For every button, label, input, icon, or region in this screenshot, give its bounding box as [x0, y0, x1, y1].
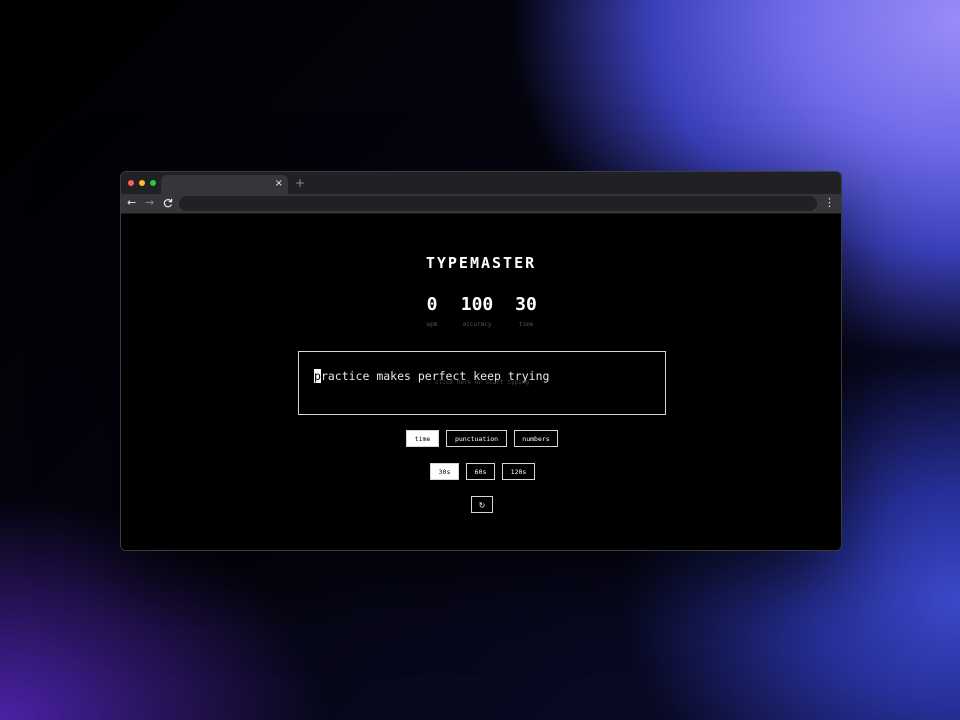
forward-arrow-icon[interactable]: → [145, 196, 154, 210]
back-arrow-icon[interactable]: ← [127, 196, 136, 210]
browser-toolbar: ← → ⋮ [121, 194, 841, 214]
address-bar[interactable] [179, 196, 817, 211]
maximize-window-button[interactable] [150, 180, 156, 186]
time-value: 30 [515, 294, 537, 315]
browser-menu-icon[interactable]: ⋮ [824, 196, 835, 210]
mode-numbers-button[interactable]: numbers [514, 430, 558, 447]
browser-window: × + ← → ⋮ TYPEMASTER 0 wpm 100 accuracy … [120, 171, 842, 551]
tab-bar: × + [121, 172, 841, 194]
minimize-window-button[interactable] [139, 180, 145, 186]
typing-area[interactable]: practice makes perfect keep trying click… [298, 351, 666, 415]
page-content: TYPEMASTER 0 wpm 100 accuracy 30 time pr… [121, 214, 841, 550]
mode-time-button[interactable]: time [406, 430, 439, 447]
tab-close-icon[interactable]: × [275, 177, 283, 191]
reload-icon[interactable] [163, 196, 173, 212]
restart-button[interactable]: ↻ [471, 496, 493, 513]
duration-120s-button[interactable]: 120s [502, 463, 535, 480]
restart-icon: ↻ [478, 501, 486, 510]
duration-30s-button[interactable]: 30s [430, 463, 459, 480]
typing-hint: click here or start typing [435, 379, 529, 386]
time-label: time [518, 321, 534, 328]
mode-punctuation-button[interactable]: punctuation [446, 430, 507, 447]
duration-60s-button[interactable]: 60s [466, 463, 495, 480]
browser-tab[interactable]: × [161, 175, 288, 194]
app-title: TYPEMASTER [425, 254, 537, 272]
new-tab-icon[interactable]: + [295, 176, 305, 190]
close-window-button[interactable] [128, 180, 134, 186]
